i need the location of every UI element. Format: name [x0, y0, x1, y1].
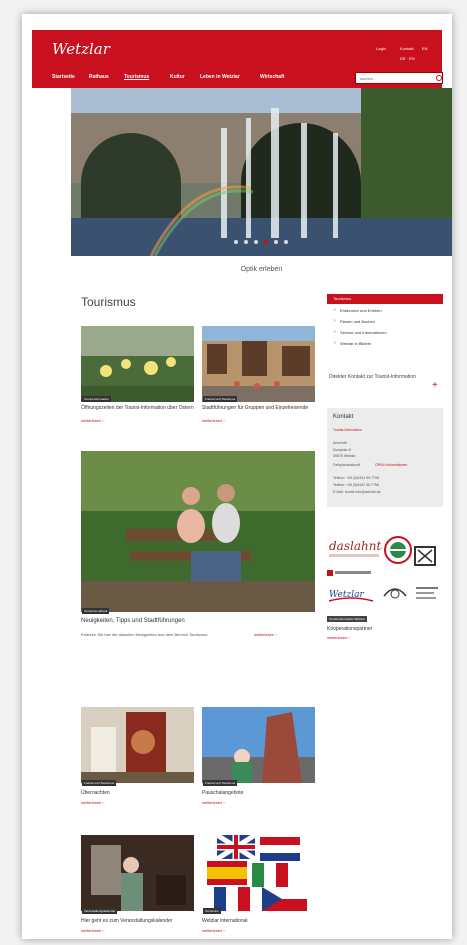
partner-tag: Tourist-Information Wetzlar: [327, 616, 367, 622]
slider-dot[interactable]: [244, 240, 248, 244]
partner-logo-seal[interactable]: [384, 536, 412, 564]
card-title[interactable]: Öffnungszeiten der Tourist-Information ü…: [81, 405, 194, 411]
read-more-link[interactable]: weiterlesen ›: [202, 418, 225, 423]
svg-text:daslahntal: daslahntal: [329, 539, 382, 553]
sidebar-head[interactable]: Tourismus: [327, 294, 443, 304]
read-more-link[interactable]: weiterlesen ›: [327, 635, 350, 640]
plus-icon[interactable]: +: [432, 380, 438, 391]
contact-link[interactable]: Tourist-Information: [333, 428, 362, 432]
direct-contact-link[interactable]: Direkter Kontakt zur Tourist-Information: [329, 374, 441, 380]
directions-link[interactable]: ÖPNV-Informationen: [375, 463, 407, 467]
slider-dot[interactable]: [254, 240, 258, 244]
hero-image: [71, 88, 452, 256]
card-image-easter[interactable]: [81, 326, 194, 402]
contact-title: Kontakt: [333, 414, 354, 420]
slider-dot[interactable]: [234, 240, 238, 244]
read-more-link[interactable]: weiterlesen ›: [202, 800, 225, 805]
nav-tourismus[interactable]: Tourismus: [124, 74, 149, 80]
address-city: 35578 Wetzlar: [333, 454, 356, 458]
contact-box: Kontakt Tourist-Information Anschrift Do…: [327, 408, 443, 507]
sidebar-item-bilder[interactable]: Wetzlar in Bildern: [334, 340, 371, 346]
card-title[interactable]: Übernachten: [81, 790, 110, 796]
card-title[interactable]: Neuigkeiten, Tipps und Stadtführungen: [81, 618, 185, 624]
address-street: Domplatz 8: [333, 448, 351, 452]
page-title: Tourismus: [81, 295, 136, 309]
card-tag: Tourismus aktuell: [82, 608, 110, 614]
read-more-link[interactable]: weiterlesen ›: [81, 800, 104, 805]
partner-logo-geopark[interactable]: [414, 584, 440, 604]
card-image-tour[interactable]: [202, 326, 315, 402]
nav-startseite[interactable]: Startseite: [52, 74, 75, 80]
card-title[interactable]: Wetzlar international: [202, 918, 248, 924]
site-logo[interactable]: Wetzlar: [52, 40, 110, 58]
card-image-international[interactable]: [202, 835, 315, 911]
sidebar-item-service[interactable]: Service und Informationen: [334, 329, 387, 335]
read-more-link[interactable]: weiterlesen ›: [202, 928, 225, 933]
partner-logo-wander[interactable]: [380, 580, 410, 602]
contact-email[interactable]: E-Mail: tourist-info@wetzlar.de: [333, 490, 381, 494]
partner-logo-wetzlar[interactable]: Wetzlar: [327, 586, 375, 606]
card-tag: Tourist-Information: [82, 396, 111, 402]
partner-logo-region[interactable]: [327, 567, 377, 579]
card-title[interactable]: Hier geht es zum Veranstaltungskalender: [81, 918, 172, 924]
contact-link[interactable]: Kontakt: [400, 46, 414, 51]
search-input[interactable]: suchen ...: [355, 72, 443, 84]
hero-slider[interactable]: [71, 88, 452, 256]
partner-logo-lahntal[interactable]: daslahntal: [327, 536, 392, 562]
login-link[interactable]: Login: [376, 46, 386, 51]
nav-wirtschaft[interactable]: Wirtschaft: [260, 74, 284, 80]
read-more-link[interactable]: weiterlesen ›: [254, 632, 277, 637]
card-tag: Freizeit und Tourismus: [203, 396, 238, 402]
language-switch[interactable]: DE · EN: [400, 56, 415, 61]
read-more-link[interactable]: weiterlesen ›: [81, 928, 104, 933]
partner-title[interactable]: Kooperationspartner: [327, 626, 372, 632]
address-label: Anschrift: [333, 441, 347, 445]
partner-logo-frame[interactable]: [414, 546, 436, 566]
search-icon[interactable]: [436, 75, 442, 81]
nav-leben[interactable]: Leben in Wetzlar: [200, 74, 240, 80]
nav-rathaus[interactable]: Rathaus: [89, 74, 109, 80]
card-intro: Erfahren Sie hier die aktuellen Neuigkei…: [81, 632, 209, 637]
contact-phone[interactable]: Telefon: +49 (0)6441 99-7755: [333, 476, 379, 480]
card-tag: Tourismus: [203, 908, 221, 914]
read-more-link[interactable]: weiterlesen ›: [81, 418, 104, 423]
page-container: Wetzlar Login Kontakt EN DE · EN Startse…: [22, 14, 452, 939]
contact-fax: Telefax: +49 (0)6441 99-7756: [333, 483, 379, 487]
sidebar-item-entdecken[interactable]: Entdecken und Erleben: [334, 307, 382, 313]
card-tag: Veranstaltungskalender: [82, 908, 118, 914]
nav-kultur[interactable]: Kultur: [170, 74, 185, 80]
slider-dot[interactable]: [284, 240, 288, 244]
card-title[interactable]: Pauschalangebote: [202, 790, 243, 796]
card-image-packages[interactable]: [202, 707, 315, 783]
hero-caption: Optik erleben: [240, 266, 283, 273]
card-tag: Freizeit und Tourismus: [82, 780, 117, 786]
card-tag: Freizeit und Tourismus: [203, 780, 238, 786]
card-image-events[interactable]: [81, 835, 194, 911]
language-link[interactable]: EN: [422, 46, 428, 51]
slider-dot[interactable]: [274, 240, 278, 244]
card-image-news[interactable]: [81, 451, 315, 612]
card-image-stay[interactable]: [81, 707, 194, 783]
slider-dot-active[interactable]: [264, 240, 268, 244]
directions-label: Fahrplanauskunft: [333, 463, 361, 467]
sidebar-item-planen[interactable]: Planen und Buchen: [334, 318, 375, 324]
card-title[interactable]: Stadtführungen für Gruppen und Einzelrei…: [202, 405, 315, 411]
